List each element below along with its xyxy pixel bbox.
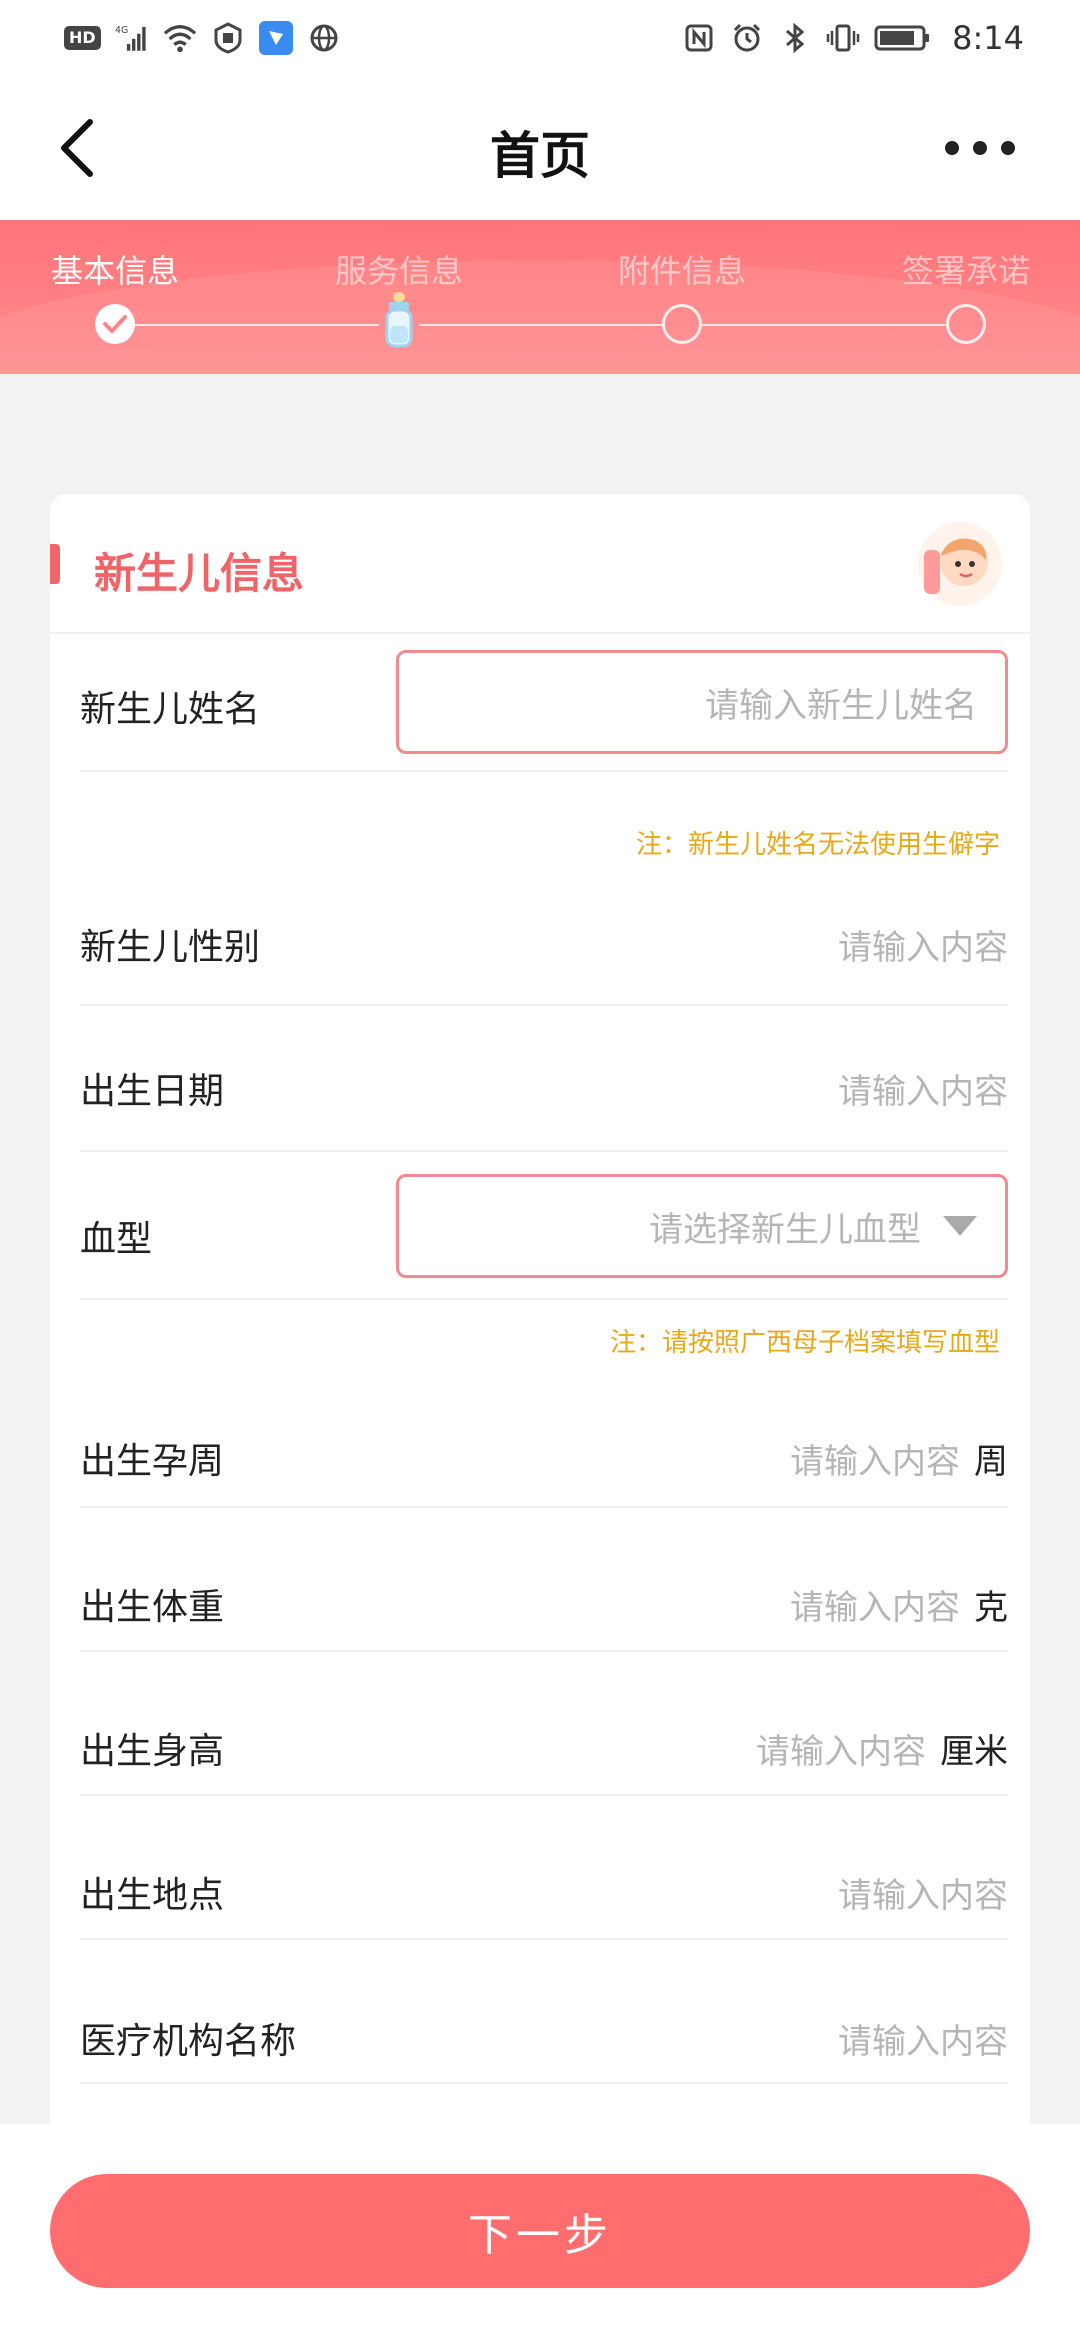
newborn-name-input[interactable]: 请输入新生儿姓名 [396,650,1008,754]
field-label: 出生孕周 [80,1441,225,1482]
step-label-attachment: 附件信息 [617,252,747,290]
step-connector [419,324,662,326]
wifi-icon [163,21,197,55]
field-label: 新生儿姓名 [80,689,261,730]
field-label: 出生体重 [80,1587,225,1628]
field-row-institution[interactable]: 医疗机构名称 请输入内容 [80,1940,1008,2084]
app-notification-icon [258,21,293,55]
step-done-check-icon [95,304,135,344]
unit-label: 周 [974,1442,1008,1482]
step-label-service: 服务信息 [334,252,464,290]
baby-illustration-icon [916,520,1004,608]
nfc-icon [682,21,716,55]
section-indicator [50,544,60,584]
status-bar: HD 4G 8:14 [0,0,1080,76]
more-dot-icon [945,141,959,155]
step-pending-circle [946,304,986,344]
bluetooth-icon [778,21,812,55]
field-row-birth-height[interactable]: 出生身高 请输入内容 厘米 [80,1652,1008,1796]
field-row-name: 新生儿姓名 请输入新生儿姓名 [80,634,1008,772]
field-label: 血型 [80,1219,153,1260]
next-step-button[interactable]: 下一步 [50,2174,1030,2288]
institution-input[interactable]: 请输入内容 [838,2014,1008,2063]
dropdown-arrow-icon [943,1216,977,1236]
field-row-blood-type: 血型 请选择新生儿血型 [80,1152,1008,1300]
more-dot-icon [1001,141,1015,155]
field-label: 新生儿性别 [80,927,261,968]
step-connector [135,324,379,326]
hd-badge: HD [64,26,101,50]
birth-weight-input[interactable]: 请输入内容克 [790,1580,1008,1629]
status-right: 8:14 [682,19,1024,57]
newborn-info-card: 新生儿信息 新生儿姓名 请输入新生儿姓名 注：新生儿姓名无法使用生僻字 新生儿性… [50,494,1030,2134]
page-title: 首页 [490,127,590,185]
field-row-birth-weight[interactable]: 出生体重 请输入内容克 [80,1508,1008,1652]
status-left: HD 4G [64,21,341,55]
baby-bottle-icon [379,290,419,350]
card-header: 新生儿信息 [50,494,1030,634]
vibrate-icon [826,21,860,55]
name-note: 注：新生儿姓名无法使用生僻字 [635,830,1000,860]
input-placeholder: 请输入内容 [790,1588,960,1628]
bottom-action-bar: 下一步 [0,2124,1080,2340]
more-dot-icon [973,141,987,155]
globe-icon [307,21,341,55]
alarm-icon [730,21,764,55]
section-title: 新生儿信息 [94,549,305,598]
step-label-sign: 签署承诺 [901,252,1031,290]
step-label-basic: 基本信息 [50,252,180,290]
blood-type-note: 注：请按照广西母子档案填写血型 [609,1328,1000,1358]
field-row-gender[interactable]: 新生儿性别 请输入内容 [80,874,1008,1006]
network-type: 4G [115,25,128,36]
input-placeholder: 请输入内容 [790,1442,960,1482]
input-placeholder: 请输入新生儿姓名 [705,685,977,726]
progress-stepper: 基本信息 服务信息 附件信息 签署承诺 [0,220,1080,374]
blood-type-select[interactable]: 请选择新生儿血型 [396,1174,1008,1278]
gender-input[interactable]: 请输入内容 [838,920,1008,969]
signal-icon: 4G [115,21,149,55]
field-label: 医疗机构名称 [80,2021,297,2062]
input-placeholder: 请输入内容 [756,1732,926,1772]
field-row-birth-place[interactable]: 出生地点 请输入内容 [80,1796,1008,1940]
field-label: 出生身高 [80,1731,225,1772]
select-placeholder: 请选择新生儿血型 [649,1209,921,1250]
field-row-gestational-week[interactable]: 出生孕周 请输入内容周 [80,1362,1008,1508]
birth-place-input[interactable]: 请输入内容 [838,1868,1008,1917]
field-row-birth-date[interactable]: 出生日期 请输入内容 [80,1006,1008,1152]
gestational-week-input[interactable]: 请输入内容周 [790,1434,1008,1483]
battery-icon [874,21,932,55]
birth-height-input[interactable]: 请输入内容 厘米 [756,1724,1008,1773]
birth-date-input[interactable]: 请输入内容 [838,1064,1008,1113]
nav-bar: 首页 [0,76,1080,220]
step-pending-circle [662,304,702,344]
field-label: 出生日期 [80,1071,225,1112]
unit-label: 克 [974,1588,1008,1628]
step-connector [702,324,946,326]
hand-shield-icon [211,21,245,55]
unit-label: 厘米 [940,1732,1008,1772]
clock: 8:14 [952,19,1024,57]
more-button[interactable] [920,122,1040,174]
field-label: 出生地点 [80,1875,225,1916]
